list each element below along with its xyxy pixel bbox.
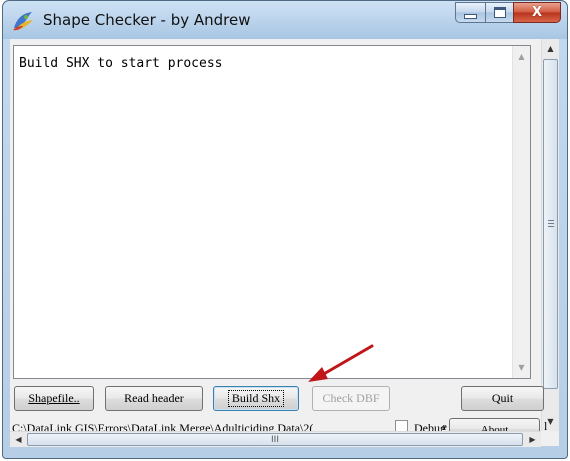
minimize-icon <box>464 14 477 19</box>
maximize-button[interactable] <box>485 2 513 23</box>
read-header-button-label: Read header <box>124 391 184 405</box>
grip-line <box>548 223 554 224</box>
grip-line <box>548 220 554 221</box>
title-bar[interactable]: Shape Checker - by Andrew X <box>3 1 567 39</box>
scroll-right-arrow-icon[interactable]: ▶ <box>524 432 541 447</box>
quit-button-label: Quit <box>491 391 514 405</box>
caption-buttons: X <box>455 2 561 24</box>
resize-grip-icon[interactable] <box>541 431 559 446</box>
app-icon <box>13 12 33 31</box>
shapefile-button[interactable]: Shapefile.. <box>14 386 94 411</box>
client-area: Build SHX to start process ▲ ▼ ▲ ▼ Shape… <box>10 39 559 447</box>
scroll-grip: III <box>271 434 279 445</box>
scroll-down-arrow-icon[interactable]: ▼ <box>513 359 530 376</box>
form-scroll-thumb[interactable] <box>543 59 558 389</box>
check-dbf-button-label: Check DBF <box>322 391 380 405</box>
shapefile-button-label: Shapefile.. <box>28 391 80 405</box>
window-title: Shape Checker - by Andrew <box>43 11 251 29</box>
read-header-button[interactable]: Read header <box>105 386 203 411</box>
minimize-button[interactable] <box>455 2 485 23</box>
form-scroll-up-arrow-icon[interactable]: ▲ <box>542 40 559 57</box>
grip-line <box>548 226 554 227</box>
quit-button[interactable]: Quit <box>461 386 544 411</box>
check-dbf-button[interactable]: Check DBF <box>312 386 390 411</box>
output-textbox[interactable]: Build SHX to start process ▲ ▼ <box>13 45 531 379</box>
scroll-left-arrow-icon[interactable]: ◀ <box>10 432 27 447</box>
scroll-up-arrow-icon[interactable]: ▲ <box>513 48 530 65</box>
horizontal-scroll-thumb[interactable]: III <box>27 433 523 446</box>
close-icon: X <box>531 5 543 20</box>
build-shx-button-label: Build Shx <box>227 390 285 407</box>
output-vertical-scrollbar[interactable]: ▲ ▼ <box>512 46 530 378</box>
form-horizontal-scrollbar[interactable]: ◀ III ▶ <box>10 431 541 447</box>
maximize-icon <box>493 7 506 18</box>
build-shx-button[interactable]: Build Shx <box>213 386 299 411</box>
output-text: Build SHX to start process <box>19 56 223 71</box>
close-button[interactable]: X <box>513 2 561 23</box>
app-window: Shape Checker - by Andrew X Build SHX to… <box>2 0 568 459</box>
form-vertical-scrollbar[interactable]: ▲ ▼ <box>541 39 559 431</box>
